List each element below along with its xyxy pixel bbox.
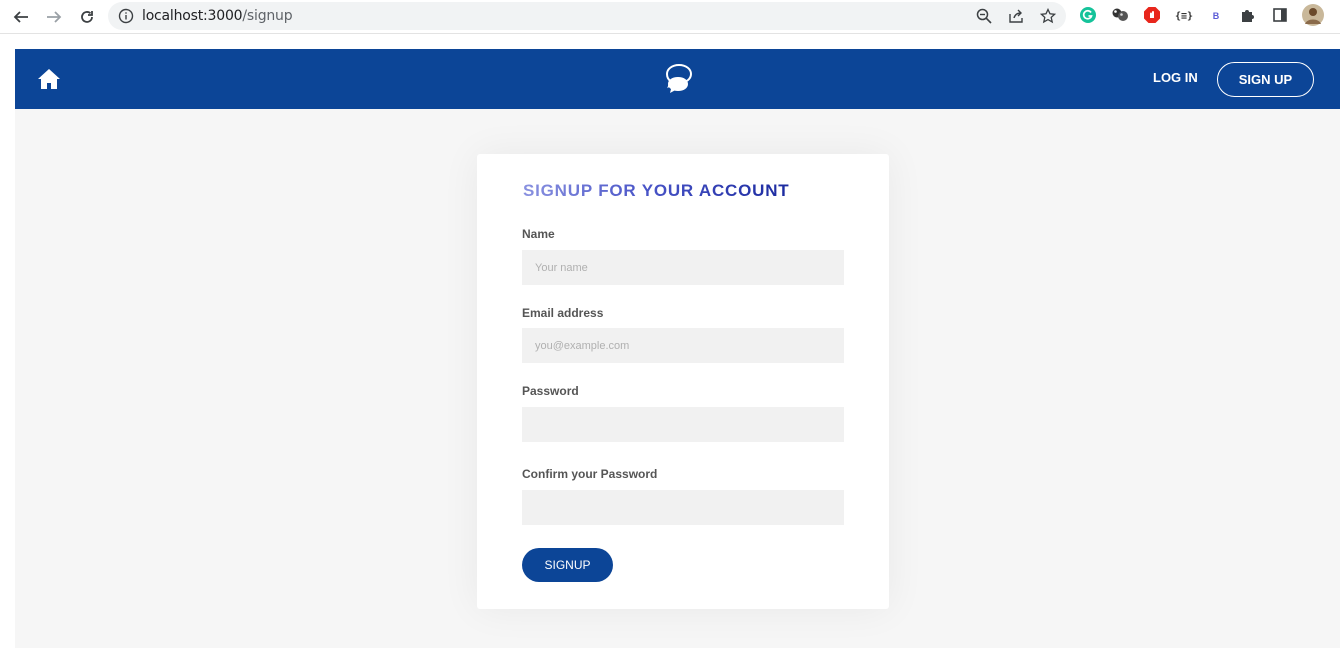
- json-extension-icon[interactable]: {≡}: [1174, 5, 1194, 25]
- form-title: SIGNUP FOR YOUR ACCOUNT: [523, 181, 790, 200]
- puzzle-extensions-icon[interactable]: [1238, 5, 1258, 25]
- site-navbar: LOG IN SIGN UP: [15, 49, 1340, 109]
- site-info-icon[interactable]: [118, 8, 134, 24]
- name-label: Name: [522, 227, 555, 241]
- svg-text:{≡}: {≡}: [1175, 11, 1193, 22]
- email-input[interactable]: [522, 328, 844, 363]
- url-text: localhost:3000/signup: [142, 8, 293, 24]
- page-viewport: LOG IN SIGN UP SIGNUP FOR YOUR ACCOUNT N…: [15, 49, 1340, 648]
- b-extension-icon[interactable]: B: [1206, 5, 1226, 25]
- browser-toolbar: localhost:3000/signup {≡} B: [0, 0, 1340, 34]
- back-arrow-icon[interactable]: [9, 5, 33, 29]
- balls-extension-icon[interactable]: [1110, 5, 1130, 25]
- forward-arrow-icon[interactable]: [42, 5, 66, 29]
- url-host: localhost:3000: [142, 8, 243, 24]
- chat-bubbles-logo-icon: [665, 62, 701, 94]
- svg-text:B: B: [1213, 11, 1220, 21]
- url-path: /signup: [242, 8, 293, 24]
- profile-avatar[interactable]: [1301, 3, 1325, 27]
- grammarly-extension-icon[interactable]: [1078, 5, 1098, 25]
- signup-nav-button[interactable]: SIGN UP: [1217, 62, 1314, 97]
- password-input[interactable]: [522, 407, 844, 442]
- password-label: Password: [522, 384, 579, 398]
- signup-card: SIGNUP FOR YOUR ACCOUNT Name Email addre…: [477, 154, 889, 609]
- confirm-password-input[interactable]: [522, 490, 844, 525]
- adblock-extension-icon[interactable]: [1142, 5, 1162, 25]
- confirm-password-label: Confirm your Password: [522, 467, 658, 481]
- login-link[interactable]: LOG IN: [1153, 70, 1198, 85]
- name-input[interactable]: [522, 250, 844, 285]
- side-panel-icon[interactable]: [1270, 5, 1290, 25]
- home-icon[interactable]: [37, 68, 61, 90]
- email-label: Email address: [522, 306, 604, 320]
- share-icon[interactable]: [1008, 8, 1024, 24]
- zoom-icon[interactable]: [976, 8, 992, 24]
- address-bar[interactable]: localhost:3000/signup: [108, 2, 1066, 30]
- signup-submit-button[interactable]: SIGNUP: [522, 548, 613, 582]
- reload-icon[interactable]: [75, 5, 99, 29]
- bookmark-star-icon[interactable]: [1040, 8, 1056, 24]
